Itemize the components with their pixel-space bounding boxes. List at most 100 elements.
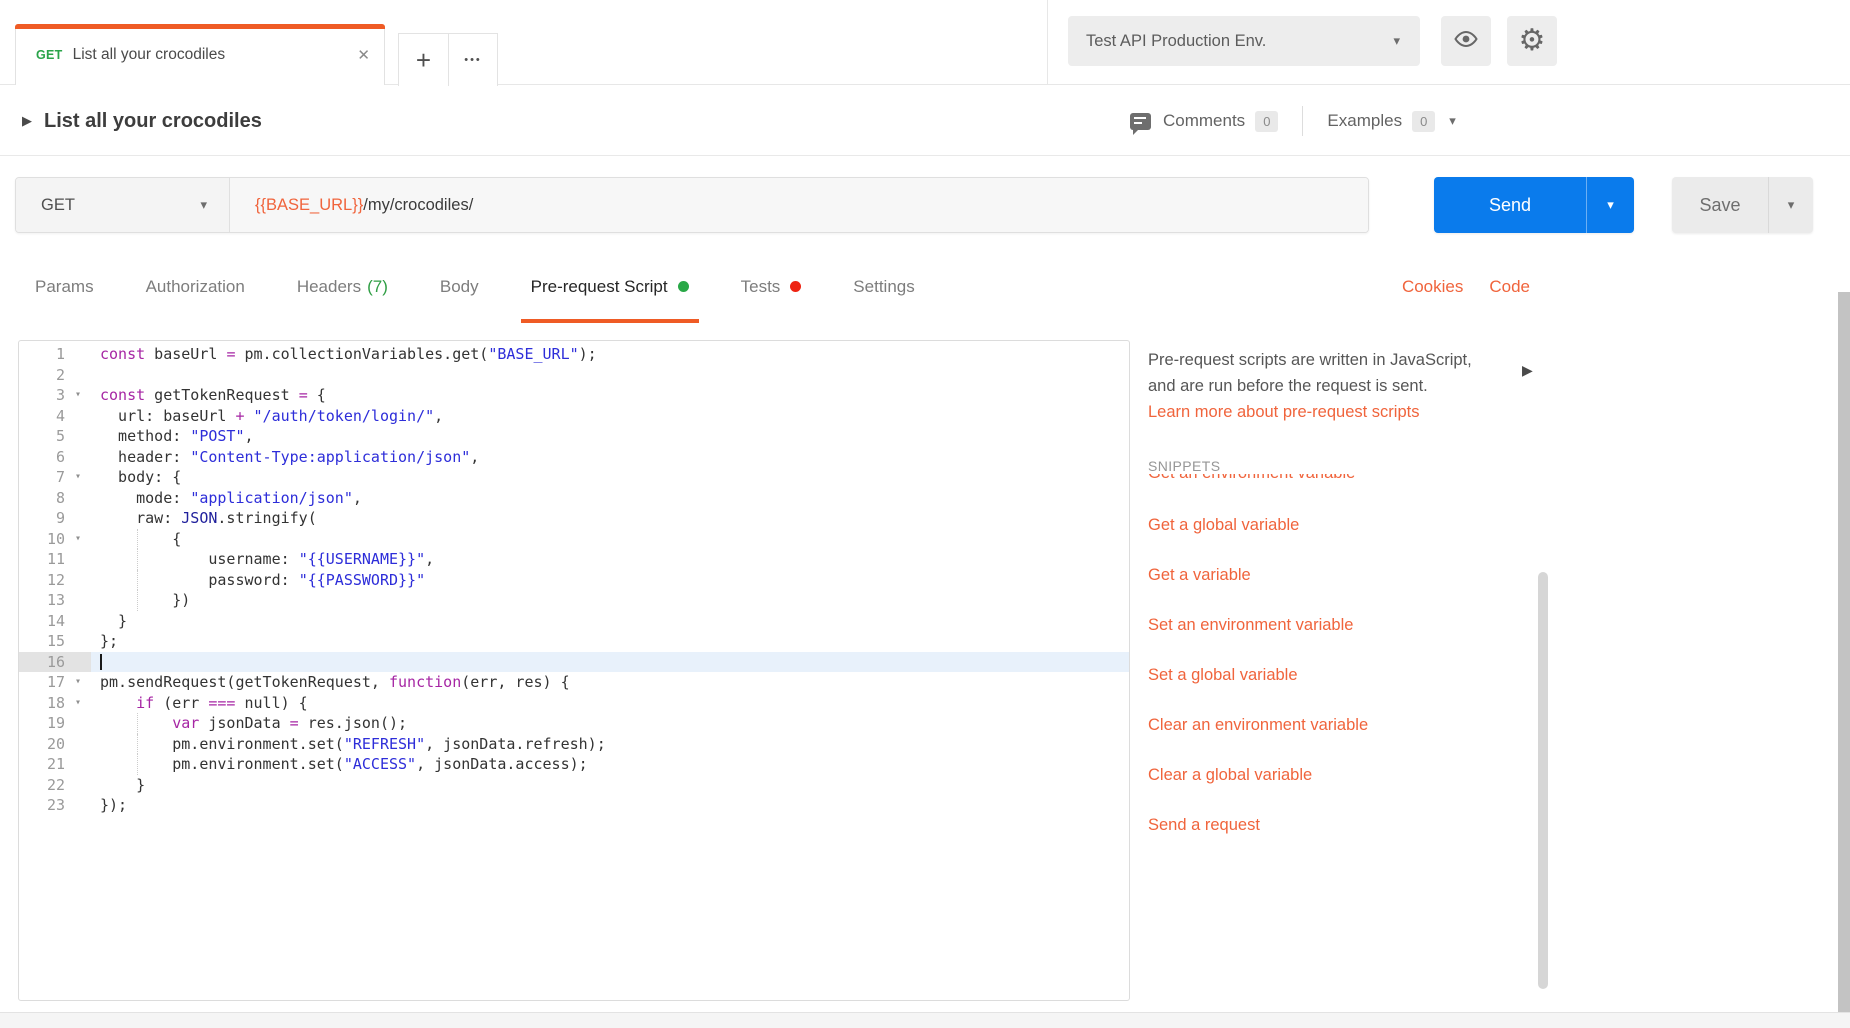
eye-icon <box>1453 29 1479 54</box>
snippet-item-clipped[interactable]: Get an environment variable <box>1148 474 1478 487</box>
tab-body[interactable]: Body <box>440 250 479 323</box>
code-line[interactable]: 8 mode: "application/json", <box>19 488 1129 509</box>
snippet-item[interactable]: Send a request <box>1148 800 1508 850</box>
code-line[interactable]: 2 <box>19 365 1129 386</box>
code-editor-lines: 1const baseUrl = pm.collectionVariables.… <box>19 344 1129 816</box>
settings-button[interactable]: ⚙ <box>1507 16 1557 66</box>
tab-label: Tests <box>741 277 781 297</box>
tab-pre-request-script[interactable]: Pre-request Script <box>531 250 689 323</box>
chevron-down-icon: ▾ <box>1788 197 1795 213</box>
save-button[interactable]: Save <box>1672 177 1768 233</box>
header-divider <box>1047 0 1048 85</box>
tab-headers[interactable]: Headers(7) <box>297 250 388 323</box>
code-line[interactable]: 7▾ body: { <box>19 467 1129 488</box>
snippets-scrollbar-thumb[interactable] <box>1538 572 1548 989</box>
tab-label: Authorization <box>146 277 245 297</box>
tab-settings[interactable]: Settings <box>853 250 914 323</box>
snippet-item[interactable]: Get a global variable <box>1148 500 1508 550</box>
tab-authorization[interactable]: Authorization <box>146 250 245 323</box>
url-variable-token: {{BASE_URL}} <box>255 196 363 215</box>
code-text: const getTokenRequest = { <box>91 385 1129 406</box>
request-tabs-row: Params Authorization Headers(7) Body Pre-req… <box>0 250 1850 323</box>
fold-spacer <box>65 570 91 591</box>
code-line[interactable]: 11 username: "{{USERNAME}}", <box>19 549 1129 570</box>
snippet-item[interactable]: Set a global variable <box>1148 650 1508 700</box>
code-line[interactable]: 4 url: baseUrl + "/auth/token/login/", <box>19 406 1129 427</box>
code-line[interactable]: 18▾ if (err === null) { <box>19 693 1129 714</box>
line-number: 17 <box>19 672 65 693</box>
tab-tests[interactable]: Tests <box>741 250 802 323</box>
code-line[interactable]: 22 } <box>19 775 1129 796</box>
tab-label: Pre-request Script <box>531 277 668 297</box>
fold-spacer <box>65 754 91 775</box>
request-meta-row: ▶ List all your crocodiles Comments 0 Ex… <box>0 86 1850 156</box>
line-number: 16 <box>19 652 65 673</box>
postman-app: GET List all your crocodiles ✕ + ••• Tes… <box>0 0 1850 1028</box>
code-line[interactable]: 9 raw: JSON.stringify( <box>19 508 1129 529</box>
examples-button[interactable]: Examples <box>1327 111 1402 131</box>
fold-caret-icon[interactable]: ▾ <box>65 529 91 550</box>
fold-spacer <box>65 795 91 816</box>
tab-label: Body <box>440 277 479 297</box>
line-number: 13 <box>19 590 65 611</box>
snippet-item[interactable]: Set an environment variable <box>1148 600 1508 650</box>
send-button[interactable]: Send <box>1434 177 1586 233</box>
code-text: url: baseUrl + "/auth/token/login/", <box>91 406 1129 427</box>
line-number: 14 <box>19 611 65 632</box>
code-line[interactable]: 10▾ { <box>19 529 1129 550</box>
new-tab-button[interactable]: + <box>399 34 448 86</box>
fold-caret-icon[interactable]: ▾ <box>65 385 91 406</box>
fold-caret-icon[interactable]: ▾ <box>65 467 91 488</box>
page-scrollbar[interactable] <box>1838 292 1850 1028</box>
code-line[interactable]: 16 <box>19 652 1129 673</box>
carousel-next-icon[interactable]: ▶ <box>1522 362 1533 379</box>
fold-spacer <box>65 488 91 509</box>
url-input[interactable]: {{BASE_URL}}/my/crocodiles/ <box>230 178 1368 232</box>
fold-caret-icon[interactable]: ▾ <box>65 693 91 714</box>
snippet-item[interactable]: Clear a global variable <box>1148 750 1508 800</box>
save-options-button[interactable]: ▾ <box>1769 177 1813 233</box>
code-line[interactable]: 12 password: "{{PASSWORD}}" <box>19 570 1129 591</box>
environment-selector[interactable]: Test API Production Env. ▾ <box>1068 16 1420 66</box>
method-selector[interactable]: GET ▾ <box>16 178 230 232</box>
code-text: { <box>91 529 1129 550</box>
tab-options-button[interactable]: ••• <box>448 34 497 86</box>
tab-params[interactable]: Params <box>35 250 94 323</box>
pre-request-script-editor[interactable]: 1const baseUrl = pm.collectionVariables.… <box>18 340 1130 1001</box>
code-line[interactable]: 6 header: "Content-Type:application/json… <box>19 447 1129 468</box>
environment-quick-look-button[interactable] <box>1441 16 1491 66</box>
fold-spacer <box>65 406 91 427</box>
status-dot-icon <box>678 281 689 292</box>
code-line[interactable]: 20 pm.environment.set("REFRESH", jsonDat… <box>19 734 1129 755</box>
prerequest-description: Pre-request scripts are written in JavaS… <box>1148 348 1504 399</box>
code-line[interactable]: 23}); <box>19 795 1129 816</box>
fold-caret-icon[interactable]: ▾ <box>65 672 91 693</box>
fold-spacer <box>65 549 91 570</box>
send-options-button[interactable]: ▾ <box>1587 177 1634 233</box>
snippet-item[interactable]: Get a variable <box>1148 550 1508 600</box>
close-tab-icon[interactable]: ✕ <box>357 46 370 64</box>
code-text: }) <box>91 590 1129 611</box>
learn-more-link[interactable]: Learn more about pre-request scripts <box>1148 403 1419 422</box>
chevron-down-icon[interactable]: ▾ <box>1449 113 1456 129</box>
code-line[interactable]: 17▾pm.sendRequest(getTokenRequest, funct… <box>19 672 1129 693</box>
snippets-list: Get a global variableGet a variableSet a… <box>1148 500 1508 850</box>
cookies-link[interactable]: Cookies <box>1402 277 1463 297</box>
code-line[interactable]: 3▾const getTokenRequest = { <box>19 385 1129 406</box>
code-line[interactable]: 13 }) <box>19 590 1129 611</box>
code-line[interactable]: 19 var jsonData = res.json(); <box>19 713 1129 734</box>
code-line[interactable]: 21 pm.environment.set("ACCESS", jsonData… <box>19 754 1129 775</box>
request-title-disclosure[interactable]: ▶ List all your crocodiles <box>22 86 262 156</box>
description-line: Pre-request scripts are written in JavaS… <box>1148 348 1504 374</box>
code-line[interactable]: 14 } <box>19 611 1129 632</box>
code-line[interactable]: 1const baseUrl = pm.collectionVariables.… <box>19 344 1129 365</box>
environment-selected-label: Test API Production Env. <box>1086 32 1393 51</box>
request-tab[interactable]: GET List all your crocodiles ✕ <box>15 24 385 85</box>
code-line[interactable]: 5 method: "POST", <box>19 426 1129 447</box>
code-line[interactable]: 15}; <box>19 631 1129 652</box>
snippet-item[interactable]: Clear an environment variable <box>1148 700 1508 750</box>
comments-button[interactable]: Comments <box>1163 111 1245 131</box>
code-text: pm.environment.set("REFRESH", jsonData.r… <box>91 734 1129 755</box>
code-link[interactable]: Code <box>1489 277 1530 297</box>
request-tab-method-badge: GET <box>36 48 63 62</box>
